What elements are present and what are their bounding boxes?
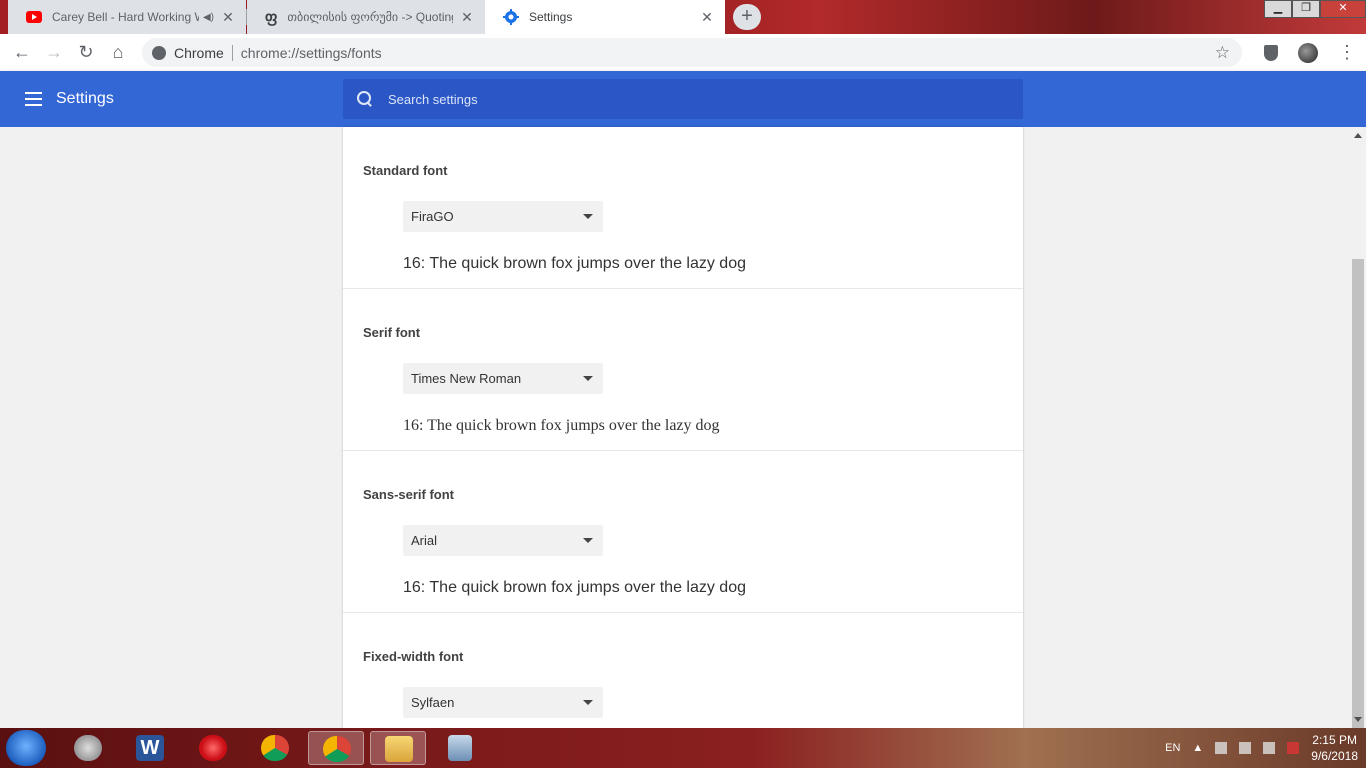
taskbar-opera[interactable] <box>185 731 241 765</box>
chrome-icon <box>323 736 351 762</box>
scroll-thumb[interactable] <box>1352 259 1364 737</box>
font-sample-text: 16: The quick brown fox jumps over the l… <box>403 579 746 596</box>
tab-title: თბილისის ფორუმი -> Quoting <box>287 10 453 24</box>
volume-icon[interactable] <box>1239 742 1252 754</box>
hamburger-menu-icon[interactable] <box>25 92 42 106</box>
selected-value: Sylfaen <box>411 695 455 710</box>
dropdown-arrow-icon <box>583 214 593 219</box>
chrome-beta-icon <box>261 735 289 761</box>
search-input[interactable] <box>388 91 988 107</box>
taskbar-chrome[interactable] <box>308 731 364 765</box>
tab-youtube[interactable]: Carey Bell - Hard Working W ◀) ✕ <box>8 0 246 34</box>
clock-time: 2:15 PM <box>1312 733 1357 747</box>
close-icon[interactable]: ✕ <box>459 9 475 26</box>
speaker-icon[interactable]: ◀) <box>203 12 214 23</box>
calculator-icon <box>448 735 472 761</box>
profile-avatar[interactable] <box>1298 42 1318 63</box>
reload-button[interactable]: ↻ <box>70 42 102 63</box>
settings-header: Settings <box>0 71 1366 127</box>
device-icon[interactable] <box>1263 742 1276 754</box>
section-label: Serif font <box>363 325 421 340</box>
page-title: Settings <box>56 90 114 107</box>
chrome-icon <box>152 45 166 60</box>
tab-settings[interactable]: Settings ✕ <box>485 0 725 34</box>
section-label: Fixed-width font <box>363 649 464 664</box>
clock[interactable]: 2:15 PM 9/6/2018 <box>1311 732 1358 764</box>
taskbar-chrome-beta[interactable] <box>247 731 303 765</box>
serif-font-select[interactable]: Times New Roman <box>403 363 603 394</box>
show-hidden-icons-icon[interactable]: ▲ <box>1192 742 1203 754</box>
search-box[interactable] <box>343 79 1023 119</box>
section-label: Standard font <box>363 163 448 178</box>
close-icon[interactable]: ✕ <box>220 9 236 26</box>
tab-forum[interactable]: ფ თბილისის ფორუმი -> Quoting ✕ <box>247 0 485 34</box>
search-icon <box>357 91 373 107</box>
language-indicator[interactable]: EN <box>1165 742 1180 754</box>
taskbar-explorer[interactable] <box>370 731 426 765</box>
tab-strip: Carey Bell - Hard Working W ◀) ✕ ფ თბილი… <box>0 0 1366 34</box>
fonts-card: Standard font FiraGO 16: The quick brown… <box>343 127 1023 728</box>
folder-icon <box>385 736 413 762</box>
menu-kebab-icon[interactable]: ⋮ <box>1338 42 1356 63</box>
bookmark-star-icon[interactable]: ☆ <box>1215 43 1230 63</box>
extension-shield-icon[interactable] <box>1264 44 1278 61</box>
browser-toolbar: ← → ↻ ⌂ Chrome chrome://settings/fonts ☆… <box>0 34 1366 71</box>
tab-title: Settings <box>529 10 573 24</box>
sans-serif-font-section: Sans-serif font Arial 16: The quick brow… <box>343 451 1023 613</box>
dropdown-arrow-icon <box>583 376 593 381</box>
tab-title: Carey Bell - Hard Working W <box>52 10 199 24</box>
scroll-up-arrow-icon[interactable] <box>1354 133 1362 138</box>
scroll-down-arrow-icon[interactable] <box>1354 717 1362 722</box>
system-tray: EN ▲ 2:15 PM 9/6/2018 <box>1165 728 1358 768</box>
page-scrollbar[interactable] <box>1350 127 1366 737</box>
action-center-icon[interactable] <box>1287 742 1300 754</box>
dropdown-arrow-icon <box>583 538 593 543</box>
taskbar-media-player[interactable] <box>60 731 116 765</box>
dropdown-arrow-icon <box>583 700 593 705</box>
address-bar[interactable]: Chrome chrome://settings/fonts ☆ <box>142 38 1242 67</box>
window-controls: ▁ ❐ ✕ <box>1264 0 1366 18</box>
toolbar-right: ⋮ <box>1264 34 1356 71</box>
opera-icon <box>199 735 227 761</box>
back-button[interactable]: ← <box>6 42 38 63</box>
taskbar-word[interactable]: W <box>122 731 178 765</box>
network-icon[interactable] <box>1215 742 1228 754</box>
section-label: Sans-serif font <box>363 487 455 502</box>
youtube-icon <box>26 11 42 23</box>
selected-value: Arial <box>411 533 438 548</box>
font-sample-text: 16: The quick brown fox jumps over the l… <box>403 417 720 434</box>
font-sample-text: 16: The quick brown fox jumps over the l… <box>403 255 746 272</box>
site-label: Chrome <box>174 44 224 61</box>
start-button[interactable] <box>6 730 46 766</box>
selected-value: Times New Roman <box>411 371 522 386</box>
gear-icon <box>503 9 519 25</box>
selected-value: FiraGO <box>411 209 454 224</box>
speaker-app-icon <box>74 735 102 761</box>
close-window-button[interactable]: ✕ <box>1320 0 1366 18</box>
forward-button[interactable]: → <box>38 42 70 63</box>
taskbar-calculator[interactable] <box>432 731 488 765</box>
home-button[interactable]: ⌂ <box>102 42 134 63</box>
standard-font-select[interactable]: FiraGO <box>403 201 603 232</box>
close-icon[interactable]: ✕ <box>699 9 715 26</box>
forum-icon: ფ <box>265 9 278 26</box>
clock-date: 9/6/2018 <box>1311 749 1358 763</box>
word-icon: W <box>136 735 164 761</box>
url-text: chrome://settings/fonts <box>240 44 382 61</box>
serif-font-section: Serif font Times New Roman 16: The quick… <box>343 289 1023 451</box>
new-tab-button[interactable]: + <box>733 4 761 30</box>
minimize-button[interactable]: ▁ <box>1264 0 1292 18</box>
maximize-button[interactable]: ❐ <box>1292 0 1320 18</box>
windows-taskbar: W EN ▲ 2:15 PM 9/6/2018 <box>0 728 1366 768</box>
divider <box>231 44 233 61</box>
fixed-width-font-select[interactable]: Sylfaen <box>403 687 603 718</box>
sans-serif-font-select[interactable]: Arial <box>403 525 603 556</box>
standard-font-section: Standard font FiraGO 16: The quick brown… <box>343 127 1023 289</box>
